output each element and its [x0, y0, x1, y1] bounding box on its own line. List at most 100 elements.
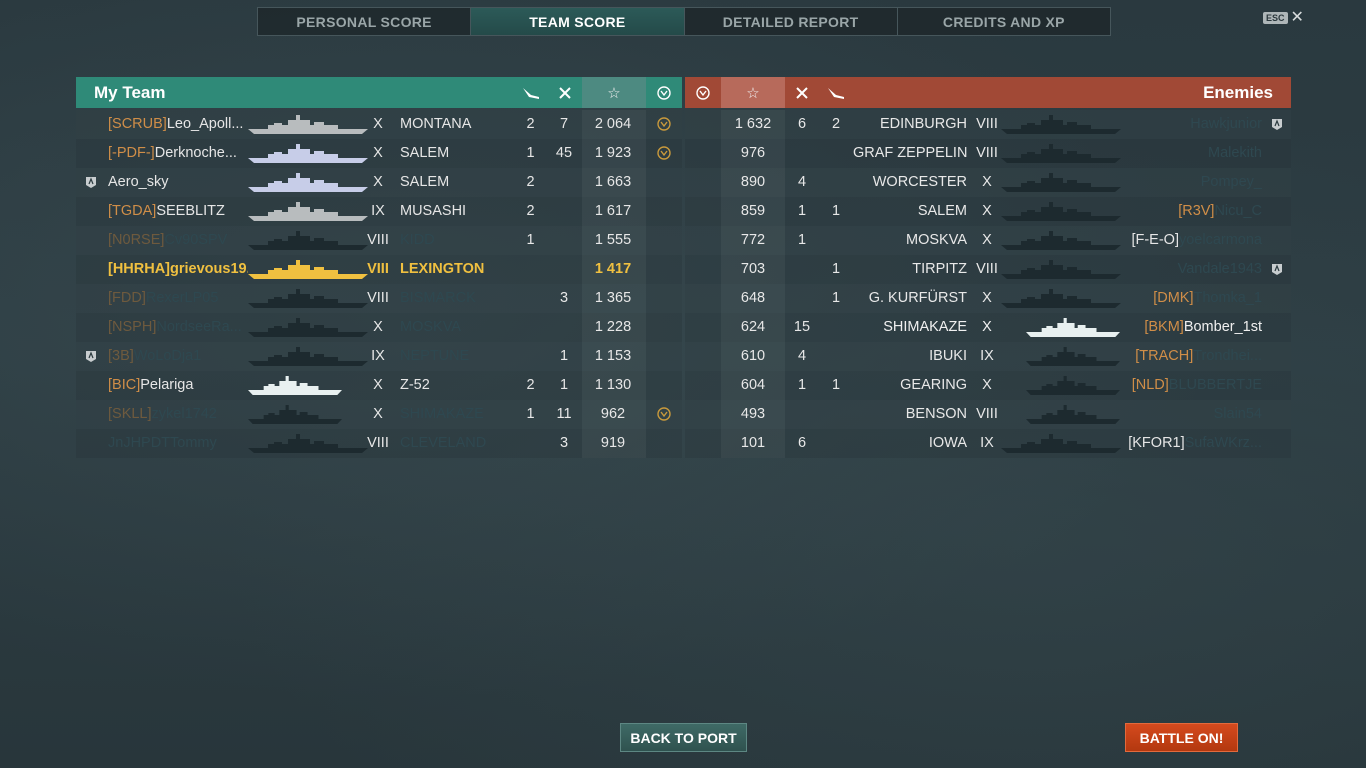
ship-silhouette [248, 433, 368, 454]
planes-destroyed-icon[interactable] [513, 77, 548, 108]
enemy-player-row[interactable]: 604 1 1 GEARING X [NLD]BLUBBERTJE [685, 371, 1291, 400]
team-player-row[interactable]: [N0RSE]Cv90SPV VIII KIDD 1 1 555 [76, 226, 682, 255]
ships-destroyed-icon[interactable] [785, 77, 819, 108]
ribbon-medal-icon[interactable] [646, 77, 682, 108]
ship-silhouette [248, 259, 368, 280]
ship-name: CLEVELAND [400, 435, 487, 451]
enemy-player-row[interactable]: 493 BENSON VIII Slain54 [685, 400, 1291, 429]
planes-destroyed: 2 [526, 116, 535, 132]
back-to-port-button[interactable]: BACK TO PORT [620, 723, 747, 752]
player-nickname: Aero_sky [108, 174, 169, 190]
tab-credits-and-xp[interactable]: CREDITS AND XP [898, 8, 1110, 35]
tab-team-score[interactable]: TEAM SCORE [471, 8, 685, 35]
premium-account-icon [1271, 118, 1283, 131]
ship-name: WORCESTER [872, 174, 967, 190]
ship-silhouette [248, 288, 368, 309]
team-player-row[interactable]: Aero_sky X SALEM 2 1 663 [76, 168, 682, 197]
player-nickname: grievous19... [170, 261, 248, 277]
planes-destroyed: 1 [831, 261, 841, 277]
ship-name: MUSASHI [400, 203, 467, 219]
ship-name: SHIMAKAZE [883, 319, 967, 335]
ship-silhouette [1001, 172, 1121, 193]
enemy-player-row[interactable]: 610 4 IBUKI IX [TRACH]Trondhei... [685, 342, 1291, 371]
planes-destroyed: 1 [831, 290, 841, 306]
base-xp: 1 923 [594, 145, 632, 161]
player-name: [HHRHA]grievous19... [108, 255, 248, 284]
team-player-row[interactable]: [NSPH]NordseeRa... X MOSKVA 1 228 [76, 313, 682, 342]
ship-name: TIRPITZ [912, 261, 967, 277]
player-name: [FDD]RexerLP05 [108, 284, 248, 313]
player-name: [SKLL]zykel1742 [108, 400, 248, 429]
player-name: [NLD]BLUBBERTJE [1105, 371, 1262, 400]
enemy-player-row[interactable]: 890 4 WORCESTER X Pompey_ [685, 168, 1291, 197]
enemy-player-row[interactable]: 703 1 TIRPITZ VIII Vandale1943 [685, 255, 1291, 284]
enemy-player-row[interactable]: 976 GRAF ZEPPELIN VIII Malekith [685, 139, 1291, 168]
player-nickname: JnJHPDTTommy [108, 435, 217, 451]
team-player-row[interactable]: [HHRHA]grievous19... VIII LEXINGTON 1 417 [76, 255, 682, 284]
team-player-row[interactable]: [3B]WoLoDja1 IX NEPTUNE 1 1 153 [76, 342, 682, 371]
enemies-header: Enemies [853, 77, 1291, 108]
team-player-row[interactable]: [-PDF-]Derknoche... X SALEM 1 45 1 923 [76, 139, 682, 168]
player-name: Hawkjunior [1105, 110, 1262, 139]
base-xp: 1 130 [594, 377, 632, 393]
enemy-player-row[interactable]: 648 1 G. KURFÜRST X [DMK]Thomka_1 [685, 284, 1291, 313]
ships-destroyed: 15 [793, 319, 811, 335]
team-player-row[interactable]: [SKLL]zykel1742 X SHIMAKAZE 1 11 962 [76, 400, 682, 429]
player-nickname: Hawkjunior [1190, 116, 1262, 132]
enemy-player-row[interactable]: 772 1 MOSKVA X [F-E-O]yoelcarmona [685, 226, 1291, 255]
enemies-title: Enemies [1203, 82, 1273, 102]
team-player-row[interactable]: JnJHPDTTommy VIII CLEVELAND 3 919 [76, 429, 682, 458]
base-xp: 772 [740, 232, 766, 248]
player-name: [TRACH]Trondhei... [1105, 342, 1262, 371]
ship-tier: X [373, 145, 383, 161]
base-xp-star-icon[interactable]: ☆ [721, 77, 785, 108]
my-team-table: [SCRUB]Leo_Apoll... X MONTANA 2 7 2 064 [-PDF-… [76, 110, 682, 458]
ship-tier: X [373, 319, 383, 335]
ship-tier: X [982, 174, 992, 190]
ships-destroyed: 1 [797, 203, 807, 219]
ship-tier: X [982, 377, 992, 393]
base-xp: 101 [740, 435, 766, 451]
player-nickname: Leo_Apoll... [166, 116, 244, 132]
team-player-row[interactable]: [SCRUB]Leo_Apoll... X MONTANA 2 7 2 064 [76, 110, 682, 139]
base-xp: 703 [740, 261, 766, 277]
base-xp: 648 [740, 290, 766, 306]
team-player-row[interactable]: [BIC]Pelariga X Z-52 2 1 1 130 [76, 371, 682, 400]
close-button[interactable]: ESC ✕ [1263, 10, 1304, 26]
ships-destroyed: 1 [559, 377, 569, 393]
premium-account-icon [1271, 263, 1283, 276]
enemy-player-row[interactable]: 859 1 1 SALEM X [R3V]Nicu_C [685, 197, 1291, 226]
player-name: [NSPH]NordseeRa... [108, 313, 248, 342]
ships-destroyed: 11 [556, 406, 572, 422]
team-player-row[interactable]: [TGDA]SEEBLITZ IX MUSASHI 2 1 617 [76, 197, 682, 226]
planes-destroyed: 2 [526, 377, 535, 393]
ship-silhouette [248, 114, 368, 135]
ships-destroyed-icon[interactable] [548, 77, 582, 108]
player-nickname: Vandale1943 [1177, 261, 1262, 277]
ship-name: SALEM [917, 203, 967, 219]
ship-silhouette [1001, 230, 1121, 251]
tab-personal-score[interactable]: PERSONAL SCORE [258, 8, 472, 35]
planes-destroyed-icon[interactable] [819, 77, 853, 108]
tab-detailed-report[interactable]: DETAILED REPORT [685, 8, 898, 35]
planes-destroyed [819, 429, 853, 458]
ship-silhouette [248, 346, 368, 367]
clan-tag: [HHRHA] [108, 261, 171, 277]
base-xp-star-icon[interactable]: ☆ [582, 77, 646, 108]
ship-tier: X [373, 174, 383, 190]
ribbon-medal-icon[interactable] [685, 77, 721, 108]
team-player-row[interactable]: [FDD]RexerLP05 VIII BISMARCK 3 1 365 [76, 284, 682, 313]
player-name: [N0RSE]Cv90SPV [108, 226, 248, 255]
enemy-player-row[interactable]: 101 6 IOWA IX [KFOR1]SufaWKrz... [685, 429, 1291, 458]
ships-destroyed: 6 [797, 116, 807, 132]
ship-name: KIDD [400, 232, 435, 248]
player-name: [BIC]Pelariga [108, 371, 248, 400]
battle-on-button[interactable]: BATTLE ON! [1125, 723, 1238, 752]
ships-destroyed [547, 197, 581, 226]
clan-tag: [SKLL] [108, 406, 152, 422]
planes-destroyed [819, 342, 853, 371]
clan-tag: [FDD] [108, 290, 146, 306]
enemy-player-row[interactable]: 624 15 SHIMAKAZE X [BKM]Bomber_1st [685, 313, 1291, 342]
player-nickname: Derknoche... [154, 145, 237, 161]
enemy-player-row[interactable]: 1 632 6 2 EDINBURGH VIII Hawkjunior [685, 110, 1291, 139]
